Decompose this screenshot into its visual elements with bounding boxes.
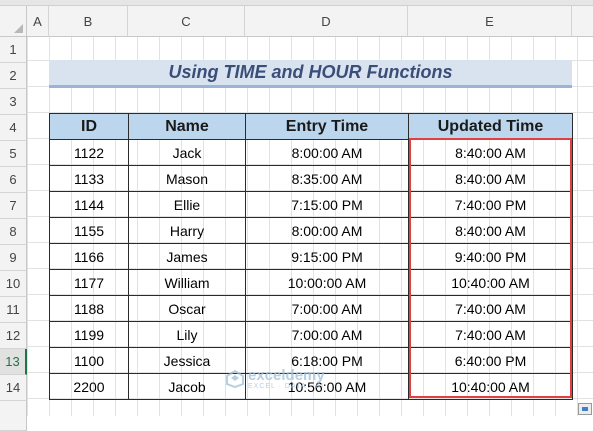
cell-updated-time[interactable]: 10:40:00 AM — [408, 269, 573, 296]
cell-updated-time[interactable]: 7:40:00 AM — [408, 295, 573, 322]
row-header-8[interactable]: 8 — [0, 219, 27, 245]
cell-updated-time[interactable]: 9:40:00 PM — [408, 243, 573, 270]
sheet-title[interactable]: Using TIME and HOUR Functions — [49, 60, 572, 88]
table-row: 1166 James 9:15:00 PM 9:40:00 PM — [49, 243, 573, 270]
row-header-11[interactable]: 11 — [0, 297, 27, 323]
cell-entry-time[interactable]: 7:00:00 AM — [245, 295, 409, 322]
cell-id[interactable]: 1166 — [49, 243, 129, 270]
cell-name[interactable]: Mason — [128, 165, 246, 192]
table-row: 1144 Ellie 7:15:00 PM 7:40:00 PM — [49, 191, 573, 218]
table-row: 2200 Jacob 10:56:00 AM 10:40:00 AM — [49, 373, 573, 400]
cell-id[interactable]: 1188 — [49, 295, 129, 322]
row-header-1[interactable]: 1 — [0, 37, 27, 63]
select-all-triangle-icon — [14, 24, 23, 33]
cell-id[interactable]: 1144 — [49, 191, 129, 218]
cell-name[interactable]: Jack — [128, 139, 246, 166]
table-row: 1188 Oscar 7:00:00 AM 7:40:00 AM — [49, 295, 573, 322]
header-name[interactable]: Name — [128, 113, 246, 140]
table-row: 1199 Lily 7:00:00 AM 7:40:00 AM — [49, 321, 573, 348]
cell-name[interactable]: Oscar — [128, 295, 246, 322]
cell-entry-time[interactable]: 7:00:00 AM — [245, 321, 409, 348]
cell-id[interactable]: 1155 — [49, 217, 129, 244]
data-table: ID Name Entry Time Updated Time 1122 Jack… — [49, 113, 573, 400]
row-header-partial[interactable] — [0, 401, 27, 431]
cell-updated-time[interactable]: 8:40:00 AM — [408, 217, 573, 244]
column-header-b[interactable]: B — [49, 6, 128, 37]
cell-name[interactable]: Lily — [128, 321, 246, 348]
cell-entry-time[interactable]: 9:15:00 PM — [245, 243, 409, 270]
cell-entry-time[interactable]: 8:00:00 AM — [245, 139, 409, 166]
cell-updated-time[interactable]: 6:40:00 PM — [408, 347, 573, 374]
row-header-14[interactable]: 14 — [0, 375, 27, 401]
table-row: 1122 Jack 8:00:00 AM 8:40:00 AM — [49, 139, 573, 166]
row-header-3[interactable]: 3 — [0, 89, 27, 115]
column-header-e[interactable]: E — [408, 6, 572, 37]
header-id[interactable]: ID — [49, 113, 129, 140]
cell-name[interactable]: Harry — [128, 217, 246, 244]
cell-entry-time[interactable]: 10:00:00 AM — [245, 269, 409, 296]
cell-name[interactable]: Jacob — [128, 373, 246, 400]
row-header-2[interactable]: 2 — [0, 63, 27, 89]
cell-id[interactable]: 1199 — [49, 321, 129, 348]
cell-name[interactable]: William — [128, 269, 246, 296]
cell-updated-time[interactable]: 7:40:00 PM — [408, 191, 573, 218]
cell-updated-time[interactable]: 10:40:00 AM — [408, 373, 573, 400]
row-header-13[interactable]: 13 — [0, 349, 27, 375]
cell-name[interactable]: Jessica — [128, 347, 246, 374]
table-header-row: ID Name Entry Time Updated Time — [49, 113, 573, 140]
select-all-button[interactable] — [0, 6, 27, 37]
cell-updated-time[interactable]: 7:40:00 AM — [408, 321, 573, 348]
table-row: 1155 Harry 8:00:00 AM 8:40:00 AM — [49, 217, 573, 244]
cell-entry-time[interactable]: 8:35:00 AM — [245, 165, 409, 192]
row-header-5[interactable]: 5 — [0, 141, 27, 167]
sheet-title-text: Using TIME and HOUR Functions — [168, 62, 453, 82]
cell-entry-time[interactable]: 7:15:00 PM — [245, 191, 409, 218]
column-header-a[interactable]: A — [27, 6, 49, 37]
scroll-corner-button[interactable] — [578, 403, 592, 415]
cell-id[interactable]: 1177 — [49, 269, 129, 296]
cell-entry-time[interactable]: 8:00:00 AM — [245, 217, 409, 244]
cell-id[interactable]: 1122 — [49, 139, 129, 166]
table-row: 1133 Mason 8:35:00 AM 8:40:00 AM — [49, 165, 573, 192]
cell-name[interactable]: Ellie — [128, 191, 246, 218]
row-header-6[interactable]: 6 — [0, 167, 27, 193]
column-header-c[interactable]: C — [128, 6, 245, 37]
row-header-9[interactable]: 9 — [0, 245, 27, 271]
cell-updated-time[interactable]: 8:40:00 AM — [408, 165, 573, 192]
column-header-f-partial[interactable] — [572, 6, 593, 37]
column-header-d[interactable]: D — [245, 6, 408, 37]
cell-id[interactable]: 1133 — [49, 165, 129, 192]
row-header-4[interactable]: 4 — [0, 115, 27, 141]
row-header-7[interactable]: 7 — [0, 193, 27, 219]
cell-id[interactable]: 2200 — [49, 373, 129, 400]
row-header-10[interactable]: 10 — [0, 271, 27, 297]
header-entry-time[interactable]: Entry Time — [245, 113, 409, 140]
row-header-12[interactable]: 12 — [0, 323, 27, 349]
table-row: 1177 William 10:00:00 AM 10:40:00 AM — [49, 269, 573, 296]
cell-updated-time[interactable]: 8:40:00 AM — [408, 139, 573, 166]
cell-id[interactable]: 1100 — [49, 347, 129, 374]
cell-entry-time[interactable]: 6:18:00 PM — [245, 347, 409, 374]
cell-name[interactable]: James — [128, 243, 246, 270]
cell-entry-time[interactable]: 10:56:00 AM — [245, 373, 409, 400]
table-row: 1100 Jessica 6:18:00 PM 6:40:00 PM — [49, 347, 573, 374]
header-updated-time[interactable]: Updated Time — [408, 113, 573, 140]
